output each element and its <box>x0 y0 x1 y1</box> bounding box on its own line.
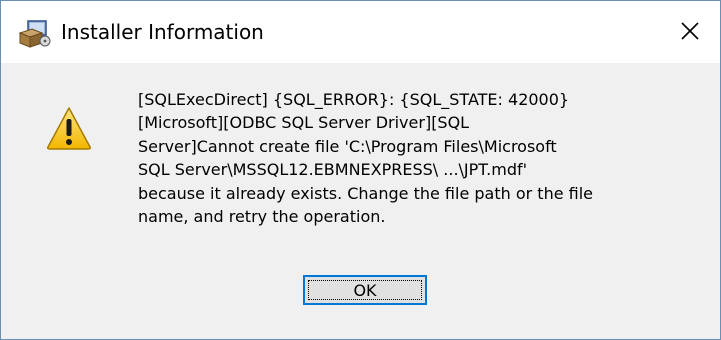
message-line: name, and retry the operation. <box>138 207 386 227</box>
close-icon <box>681 22 699 40</box>
warning-icon <box>45 105 93 151</box>
window-title: Installer Information <box>61 20 264 44</box>
dialog-content: [SQLExecDirect] {SQL_ERROR}: {SQL_STATE:… <box>1 63 720 339</box>
ok-button[interactable]: OK <box>303 275 427 305</box>
installer-information-dialog: Installer Information [SQLExecDirect] {S… <box>0 0 721 340</box>
installer-icon <box>18 19 52 49</box>
message-line: Server]Cannot create file 'C:\Program Fi… <box>138 136 557 156</box>
close-button[interactable] <box>660 5 720 57</box>
message-line: because it already exists. Change the fi… <box>138 183 594 203</box>
focus-ring <box>308 280 422 300</box>
error-message: [SQLExecDirect] {SQL_ERROR}: {SQL_STATE:… <box>138 88 698 228</box>
title-bar[interactable]: Installer Information <box>1 1 720 63</box>
message-line: [Microsoft][ODBC SQL Server Driver][SQL <box>138 113 470 133</box>
message-line: SQL Server\MSSQL12.EBMNEXPRESS\ ...\JPT.… <box>138 160 528 180</box>
message-line: [SQLExecDirect] {SQL_ERROR}: {SQL_STATE:… <box>138 90 570 109</box>
